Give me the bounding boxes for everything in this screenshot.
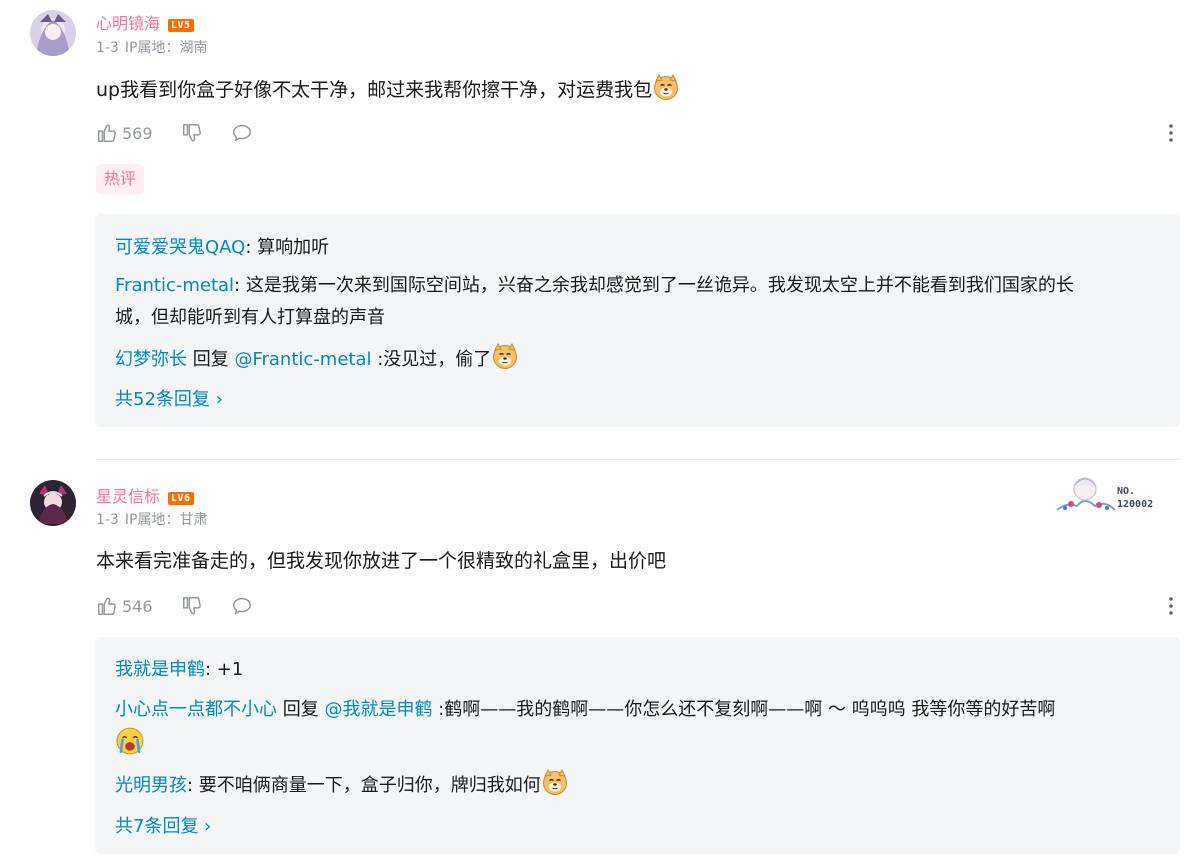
reply-username[interactable]: Frantic-metal <box>115 275 234 296</box>
thumbs-up-icon <box>96 122 118 144</box>
reply-text: 要不咱俩商量一下，盒子归你，牌归我如何 <box>198 775 541 796</box>
hot-comment-tag: 热评 <box>96 164 145 194</box>
reply-text: 算响加听 <box>257 237 330 258</box>
like-button[interactable]: 546 <box>96 595 153 617</box>
comment-meta: 1-3 IP属地：湖南 <box>96 37 213 57</box>
reply-separator: : <box>187 775 199 796</box>
reply-username[interactable]: 光明男孩 <box>115 775 187 796</box>
reply-username[interactable]: 可爱爱哭鬼QAQ <box>115 237 245 258</box>
comment-text-content: up我看到你盒子好像不太干净，邮过来我帮你擦干净，对运费我包 <box>96 79 653 101</box>
reply-item: Frantic-metal: 这是我第一次来到国际空间站，兴奋之余我却感觉到了一… <box>115 270 1150 334</box>
chat-bubble-icon <box>231 595 253 617</box>
fan-badge-image <box>1056 477 1116 511</box>
reply-mention[interactable]: @我就是申鹤 <box>324 699 432 720</box>
dislike-button[interactable] <box>181 595 203 617</box>
comment-text: up我看到你盒子好像不太干净，邮过来我帮你擦干净，对运费我包 <box>96 73 680 102</box>
chat-bubble-icon <box>231 122 253 144</box>
reply-preview-box: 我就是申鹤: +1 小心点一点都不小心 回复 @我就是申鹤 :鹤啊——我的鹤啊—… <box>95 637 1180 854</box>
like-count: 569 <box>122 123 153 143</box>
comment-actions: 569 <box>96 120 281 146</box>
reply-item: 光明男孩: 要不咱俩商量一下，盒子归你，牌归我如何 <box>115 768 1150 802</box>
crying-emoji-icon <box>115 726 145 756</box>
fan-badge-number-value: 120002 <box>1117 499 1154 510</box>
more-vertical-icon <box>1169 597 1173 615</box>
doge-emoji-icon <box>541 768 569 796</box>
level-badge: LV5 <box>168 19 194 32</box>
reply-item: 小心点一点都不小心 回复 @我就是申鹤 :鹤啊——我的鹤啊——你怎么还不复刻啊—… <box>115 694 1150 762</box>
reply-item: 可爱爱哭鬼QAQ: 算响加听 <box>115 232 1150 264</box>
reply-text: 这是我第一次来到国际空间站，兴奋之余我却感觉到了一丝诡异。我发现太空上并不能看到… <box>245 275 1074 296</box>
comment-item: 心明镜海 LV5 1-3 IP属地：湖南 up我看到你盒子好像不太干净，邮过来我帮你… <box>0 0 1200 440</box>
more-vertical-icon <box>1169 124 1173 142</box>
floor-number: 1-3 <box>96 512 119 528</box>
reply-mention[interactable]: @Frantic-metal <box>234 349 371 370</box>
view-more-replies-link[interactable]: 共52条回复 › <box>115 385 223 411</box>
reply-text: :没见过，偷了 <box>371 349 492 370</box>
reply-preview-box: 可爱爱哭鬼QAQ: 算响加听 Frantic-metal: 这是我第一次来到国际… <box>95 214 1180 427</box>
comment-actions: 546 <box>96 593 281 619</box>
comment-meta: 1-3 IP属地：甘肃 <box>96 509 213 529</box>
thumbs-down-icon <box>181 122 203 144</box>
comment-item: 星灵信标 LV6 1-3 IP属地：甘肃 本来看完准备走的，但我发现你放进了一个很精… <box>0 460 1200 863</box>
avatar[interactable] <box>30 10 76 56</box>
reply-text: :鹤啊——我的鹤啊——你怎么还不复刻啊——啊 ～ 呜呜呜 我等你等的好苦啊 <box>432 699 1056 720</box>
reply-username[interactable]: 幻梦弥长 <box>115 349 187 370</box>
reply-button[interactable] <box>231 595 253 617</box>
ip-location: IP属地：湖南 <box>124 40 208 56</box>
more-options-button[interactable] <box>1162 593 1180 619</box>
doge-emoji-icon <box>491 342 519 370</box>
reply-word: 回复 <box>277 699 325 720</box>
like-count: 546 <box>122 596 153 616</box>
floor-number: 1-3 <box>96 40 119 56</box>
thumbs-up-icon <box>96 595 118 617</box>
reply-separator: : <box>234 275 246 296</box>
like-button[interactable]: 569 <box>96 122 153 144</box>
fan-badge-number-label: NO. <box>1117 486 1136 497</box>
avatar[interactable] <box>30 480 76 526</box>
reply-username[interactable]: 小心点一点都不小心 <box>115 699 277 720</box>
reply-item: 我就是申鹤: +1 <box>115 654 1150 686</box>
username[interactable]: 心明镜海 LV5 <box>96 10 194 34</box>
username-text[interactable]: 星灵信标 <box>96 487 160 506</box>
more-options-button[interactable] <box>1162 120 1180 146</box>
reply-button[interactable] <box>231 122 253 144</box>
reply-word: 回复 <box>187 349 235 370</box>
comment-text-content: 本来看完准备走的，但我发现你放进了一个很精致的礼盒里，出价吧 <box>96 550 667 572</box>
reply-item: 幻梦弥长 回复 @Frantic-metal :没见过，偷了 <box>115 342 1150 376</box>
username[interactable]: 星灵信标 LV6 <box>96 483 194 507</box>
reply-text: +1 <box>216 659 244 680</box>
level-badge: LV6 <box>168 492 194 505</box>
ip-location: IP属地：甘肃 <box>124 512 208 528</box>
fan-badge-number: NO. 120002 <box>1117 485 1153 511</box>
view-more-replies-link[interactable]: 共7条回复 › <box>115 812 211 838</box>
reply-separator: : <box>205 659 217 680</box>
reply-text-continued: 城，但却能听到有人打算盘的声音 <box>115 307 385 328</box>
thumbs-down-icon <box>181 595 203 617</box>
comment-text: 本来看完准备走的，但我发现你放进了一个很精致的礼盒里，出价吧 <box>96 546 666 573</box>
reply-username[interactable]: 我就是申鹤 <box>115 659 205 680</box>
reply-separator: : <box>245 237 258 258</box>
dislike-button[interactable] <box>181 122 203 144</box>
doge-emoji-icon <box>652 73 680 101</box>
username-text[interactable]: 心明镜海 <box>96 14 160 33</box>
